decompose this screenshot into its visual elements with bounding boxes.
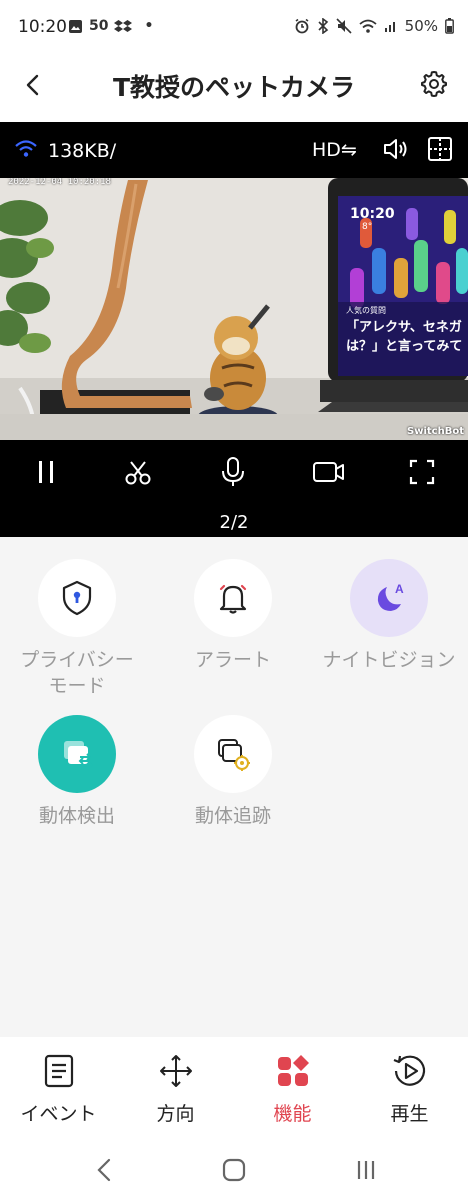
app-header: T教授のペットカメラ: [0, 56, 468, 122]
system-back-button[interactable]: [88, 1154, 120, 1186]
moon-auto-icon: A: [377, 582, 404, 611]
alarm-icon: [295, 18, 309, 34]
talk-button[interactable]: [215, 454, 251, 490]
battery-icon: [445, 18, 454, 34]
nav-event[interactable]: イベント: [0, 1051, 117, 1126]
image-notification-icon: [69, 19, 82, 33]
svg-text:A: A: [395, 582, 404, 596]
bluetooth-icon: [318, 18, 328, 34]
system-recents-button[interactable]: [350, 1154, 382, 1186]
quality-toggle[interactable]: HD⇋: [312, 139, 357, 161]
video-controls: 2/2: [0, 440, 468, 537]
microphone-icon: [222, 457, 244, 486]
split-view-button[interactable]: [427, 136, 453, 166]
motion-detection-item[interactable]: 動体検出: [2, 715, 152, 829]
motion-tracking-item[interactable]: 動体追跡: [158, 715, 308, 829]
alert-label: アラート: [194, 649, 271, 671]
status-time: 10:20: [18, 17, 67, 37]
speaker-icon: [384, 139, 407, 159]
feature-grid: プライバシー モード アラート A ナイトビジョン 動体検出 動体追跡: [0, 537, 468, 1037]
dropbox-icon: [114, 19, 133, 32]
playback-icon: [393, 1055, 425, 1086]
system-recents-icon: [357, 1161, 375, 1179]
motion-detect-icon: [64, 741, 94, 769]
record-button[interactable]: [311, 454, 347, 490]
alert-item[interactable]: アラート: [158, 559, 308, 673]
screen-time: 10:20: [350, 206, 395, 222]
notification-count: 50: [89, 18, 109, 34]
nav-direction-label: 方向: [156, 1103, 195, 1125]
system-nav-bar: [0, 1140, 468, 1200]
document-icon: [44, 1054, 73, 1088]
motion-tracking-label: 動体追跡: [194, 805, 271, 827]
fullscreen-button[interactable]: [404, 454, 440, 490]
system-back-icon: [97, 1158, 111, 1182]
switchbot-watermark: SwitchBot: [407, 426, 464, 437]
settings-button[interactable]: [418, 68, 450, 100]
grid-view-icon: [428, 137, 452, 161]
nav-features[interactable]: 機能: [234, 1051, 351, 1126]
page-title: T教授のペットカメラ: [112, 73, 356, 102]
nav-direction[interactable]: 方向: [117, 1051, 234, 1126]
status-bar: 10:20 50 • 50%: [0, 0, 468, 56]
video-camera-icon: [313, 462, 344, 482]
data-rate: 138KB/: [48, 140, 117, 162]
system-home-button[interactable]: [218, 1154, 250, 1186]
video-timestamp: 2022-12-04 10:20:18: [8, 178, 111, 187]
screen-caption-title: 人気の質問: [346, 306, 386, 315]
privacy-mode-label: プライバシー モード: [20, 649, 134, 697]
shield-lock-icon: [62, 580, 92, 616]
bottom-nav: イベント 方向 機能 再生: [0, 1037, 468, 1140]
system-home-icon: [222, 1158, 246, 1182]
night-vision-label: ナイトビジョン: [322, 649, 456, 671]
nav-event-label: イベント: [20, 1103, 97, 1125]
nav-playback-label: 再生: [390, 1103, 429, 1125]
screen-temperature: 8°: [362, 222, 373, 232]
battery-percent: 50%: [404, 17, 438, 35]
fullscreen-icon: [409, 459, 435, 485]
nav-features-label: 機能: [273, 1103, 312, 1125]
signal-icon: [384, 22, 395, 32]
snapshot-button[interactable]: [120, 454, 156, 490]
motion-detection-label: 動体検出: [38, 805, 115, 827]
scissors-icon: [125, 461, 151, 485]
camera-feed-image: [0, 178, 468, 440]
gear-icon: [421, 71, 447, 97]
nav-playback[interactable]: 再生: [351, 1051, 468, 1126]
speaker-button[interactable]: [382, 136, 410, 166]
move-arrows-icon: [159, 1055, 192, 1087]
notification-dot: •: [144, 18, 154, 34]
mute-icon: [336, 18, 352, 34]
bell-icon: [219, 584, 247, 614]
video-info-bar: 138KB/ HD⇋: [0, 122, 468, 178]
page-counter: 2/2: [219, 512, 249, 533]
privacy-mode-item[interactable]: プライバシー モード: [2, 559, 152, 699]
pause-icon: [39, 461, 53, 483]
night-vision-item[interactable]: A ナイトビジョン: [314, 559, 464, 673]
wifi-signal-icon: [15, 140, 37, 157]
features-grid-icon: [277, 1055, 309, 1086]
camera-feed[interactable]: 2022-12-04 10:20:18 10:20 8° 人気の質問 「アレクサ…: [0, 178, 468, 440]
motion-tracking-icon: [218, 739, 250, 771]
screen-caption-line2: は？」と言ってみて: [346, 339, 463, 354]
screen-caption-line1: 「アレクサ、セネガ: [346, 320, 462, 335]
pause-button[interactable]: [28, 454, 64, 490]
wifi-status-icon: [359, 19, 377, 33]
